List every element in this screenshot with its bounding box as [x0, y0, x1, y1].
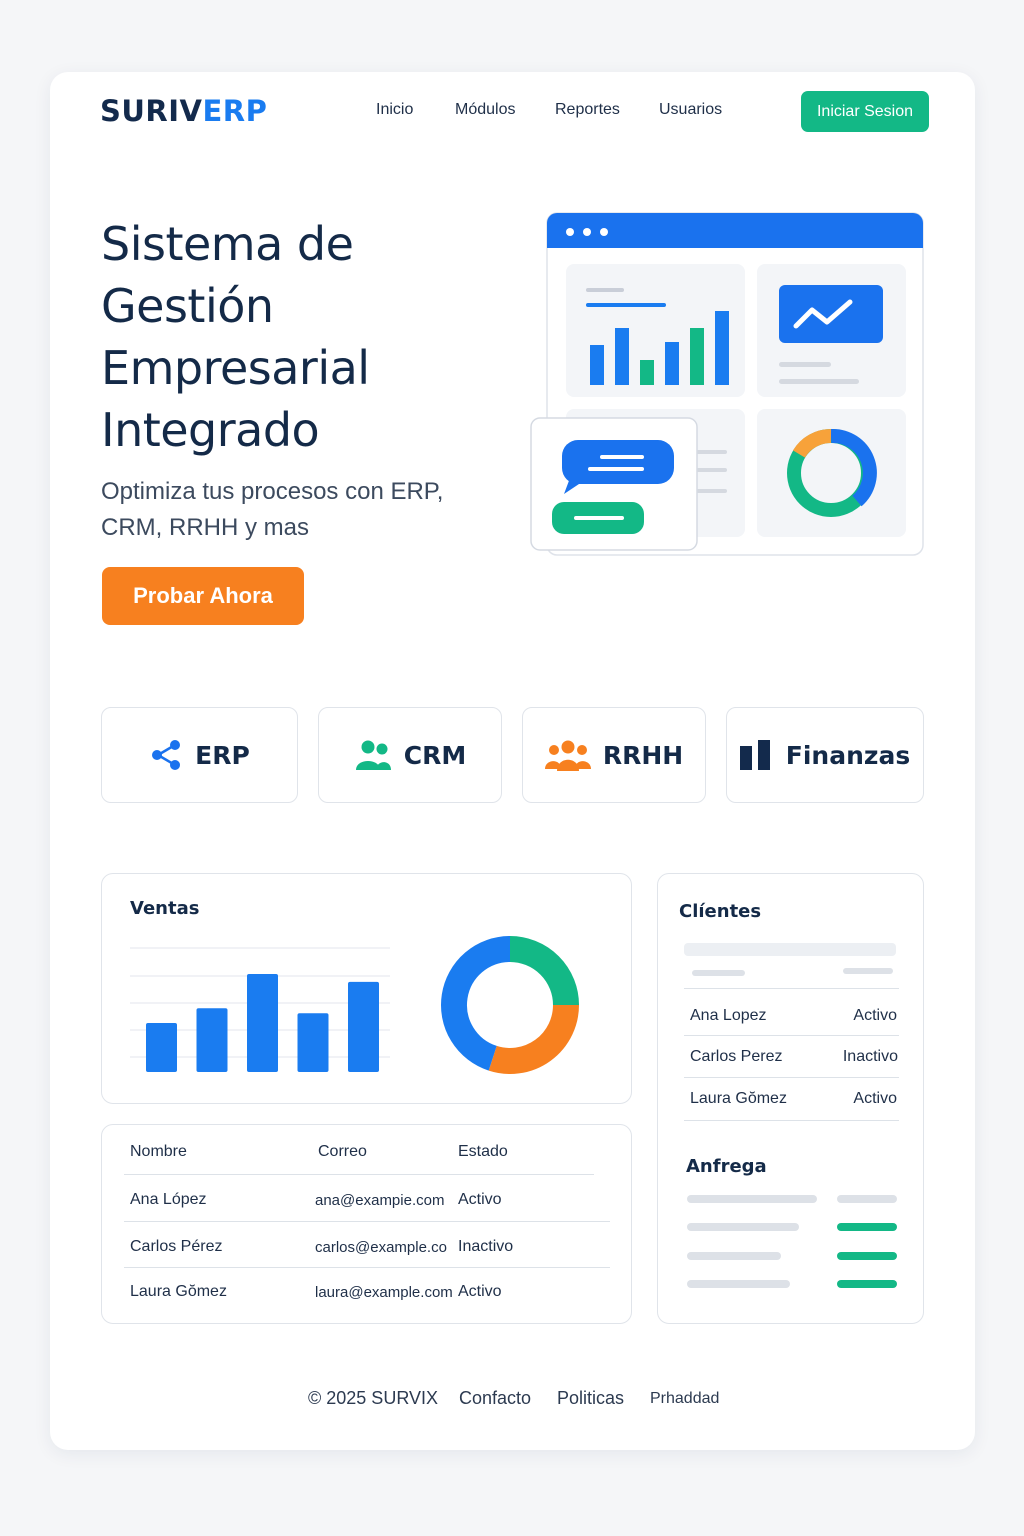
sales-donut-chart [441, 936, 579, 1074]
columns-icon [739, 740, 770, 770]
sales-bar [348, 981, 379, 1072]
delivery-title: Anfrega [686, 1156, 767, 1177]
nav-reportes[interactable]: Reportes [555, 101, 620, 119]
placeholder-line [692, 970, 745, 976]
sales-bar [146, 1023, 177, 1072]
module-finanzas[interactable]: Finanzas [726, 707, 924, 803]
table-divider [124, 1267, 610, 1268]
table-cell-name: Carlos Pérez [130, 1238, 223, 1255]
table-cell-email[interactable]: ana@exampie.com [315, 1192, 444, 1209]
client-name: Laura Gŏmez [690, 1090, 787, 1107]
clients-title: Clíentes [679, 901, 762, 922]
delivery-placeholder-line [687, 1280, 790, 1288]
footer-link-policies[interactable]: Politicas [557, 1388, 624, 1409]
footer-link-privacy[interactable]: Prhaddad [650, 1390, 719, 1408]
module-label: RRHH [602, 740, 684, 770]
module-label: Finanzas [785, 740, 911, 770]
nav-inicio[interactable]: Inicio [376, 101, 413, 119]
delivery-placeholder-line [687, 1252, 781, 1260]
nav-modulos[interactable]: Módulos [455, 101, 515, 119]
table-cell-state: Activo [458, 1283, 502, 1300]
client-name: Ana Lopez [690, 1007, 767, 1024]
delivery-status-bar [837, 1223, 897, 1231]
nav-usuarios[interactable]: Usuarios [659, 101, 722, 119]
placeholder-line [843, 968, 893, 974]
delivery-placeholder-line [687, 1195, 817, 1203]
sales-bar [247, 974, 278, 1072]
module-erp[interactable]: ERP [101, 707, 298, 803]
sales-bar-chart [130, 947, 390, 1072]
sales-title: Ventas [130, 898, 200, 919]
table-cell-name: Laura Gŏmez [130, 1283, 227, 1300]
footer-copyright: © 2025 SURVIX [308, 1388, 438, 1408]
delivery-status-bar [837, 1252, 897, 1260]
clients-header-placeholder [684, 943, 896, 956]
module-label: CRM [403, 740, 467, 770]
clients-divider [684, 1077, 899, 1078]
table-cell-state: Activo [458, 1191, 502, 1208]
table-cell-email[interactable]: carlos@example.cor [315, 1239, 447, 1256]
donut-slice [509, 936, 579, 1006]
table-cell-email[interactable]: laura@example.com [315, 1284, 453, 1301]
donut-slice [441, 936, 511, 1071]
delivery-status-bar [837, 1280, 897, 1288]
module-crm[interactable]: CRM [318, 707, 502, 803]
users-icon [355, 740, 391, 770]
logo[interactable]: SURIVERP [100, 94, 267, 128]
login-button[interactable]: Iniciar Sesion [801, 91, 929, 132]
share-nodes-icon [152, 740, 181, 770]
client-state: Activo [853, 1007, 897, 1024]
table-header-email: Correo [318, 1143, 367, 1160]
module-label: ERP [195, 740, 250, 770]
table-header-name: Nombre [130, 1143, 187, 1160]
client-state: Activo [853, 1090, 897, 1107]
sales-bar [297, 1013, 329, 1072]
table-cell-name: Ana López [130, 1191, 207, 1208]
team-icon [544, 740, 591, 771]
dashboard-illustration [530, 212, 924, 556]
table-header-state: Estado [458, 1143, 508, 1160]
footer-link-contact[interactable]: Confacto [459, 1388, 531, 1409]
client-state: Inactivo [842, 1048, 898, 1065]
try-now-button[interactable]: Probar Ahora [102, 567, 304, 625]
donut-slice [488, 1004, 579, 1074]
client-name: Carlos Perez [690, 1048, 783, 1065]
clients-divider [684, 988, 899, 989]
hero-title: Sistema de Gestión Empresarial Integrado [101, 217, 370, 457]
table-cell-state: Inactivo [458, 1238, 514, 1255]
table-divider [124, 1221, 610, 1222]
module-rrhh[interactable]: RRHH [522, 707, 706, 803]
table-divider [124, 1174, 594, 1175]
clients-divider [684, 1035, 899, 1036]
clients-divider [684, 1120, 899, 1121]
hero-subtitle: Optimiza tus procesos con ERP, CRM, RRHH… [101, 478, 444, 541]
logo-text-main: SURIV [100, 94, 203, 128]
delivery-placeholder-line [687, 1223, 799, 1231]
logo-text-accent: ERP [202, 94, 268, 128]
delivery-status-bar [837, 1195, 897, 1203]
sales-bar [196, 1008, 228, 1072]
